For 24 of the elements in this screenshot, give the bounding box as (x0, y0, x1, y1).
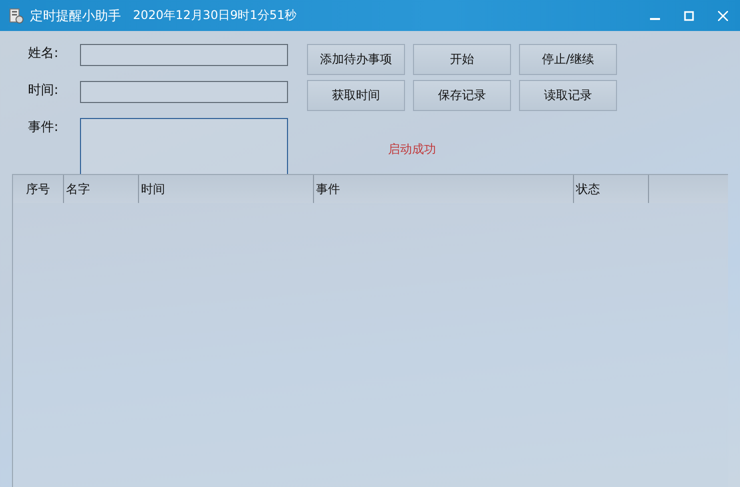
column-header[interactable]: 序号 (13, 175, 64, 203)
action-button[interactable]: 停止/继续 (519, 44, 617, 75)
action-button[interactable]: 保存记录 (413, 80, 511, 111)
event-input-field[interactable] (80, 118, 288, 176)
status-message: 启动成功 (388, 141, 437, 158)
datetime-text: 2020年12月30日9时1分51秒 (133, 7, 297, 24)
column-header[interactable]: 时间 (139, 175, 314, 203)
field-label: 事件: (28, 119, 60, 137)
field-label: 姓名: (28, 45, 60, 63)
window-title: 定时提醒小助手 (30, 8, 121, 24)
action-button[interactable]: 获取时间 (307, 80, 405, 111)
maximize-icon (684, 10, 694, 20)
column-header[interactable]: 名字 (64, 175, 139, 203)
column-header[interactable]: 事件 (314, 175, 574, 203)
action-button[interactable]: 添加待办事项 (307, 44, 405, 75)
column-header[interactable]: 状态 (574, 175, 649, 203)
close-icon (718, 10, 728, 20)
action-button[interactable]: 开始 (413, 44, 511, 75)
action-button[interactable]: 读取记录 (519, 80, 617, 111)
app-icon (8, 8, 24, 24)
input-field[interactable] (80, 44, 288, 66)
minimize-icon (650, 18, 660, 20)
field-label: 时间: (28, 82, 60, 100)
input-field[interactable] (80, 81, 288, 103)
